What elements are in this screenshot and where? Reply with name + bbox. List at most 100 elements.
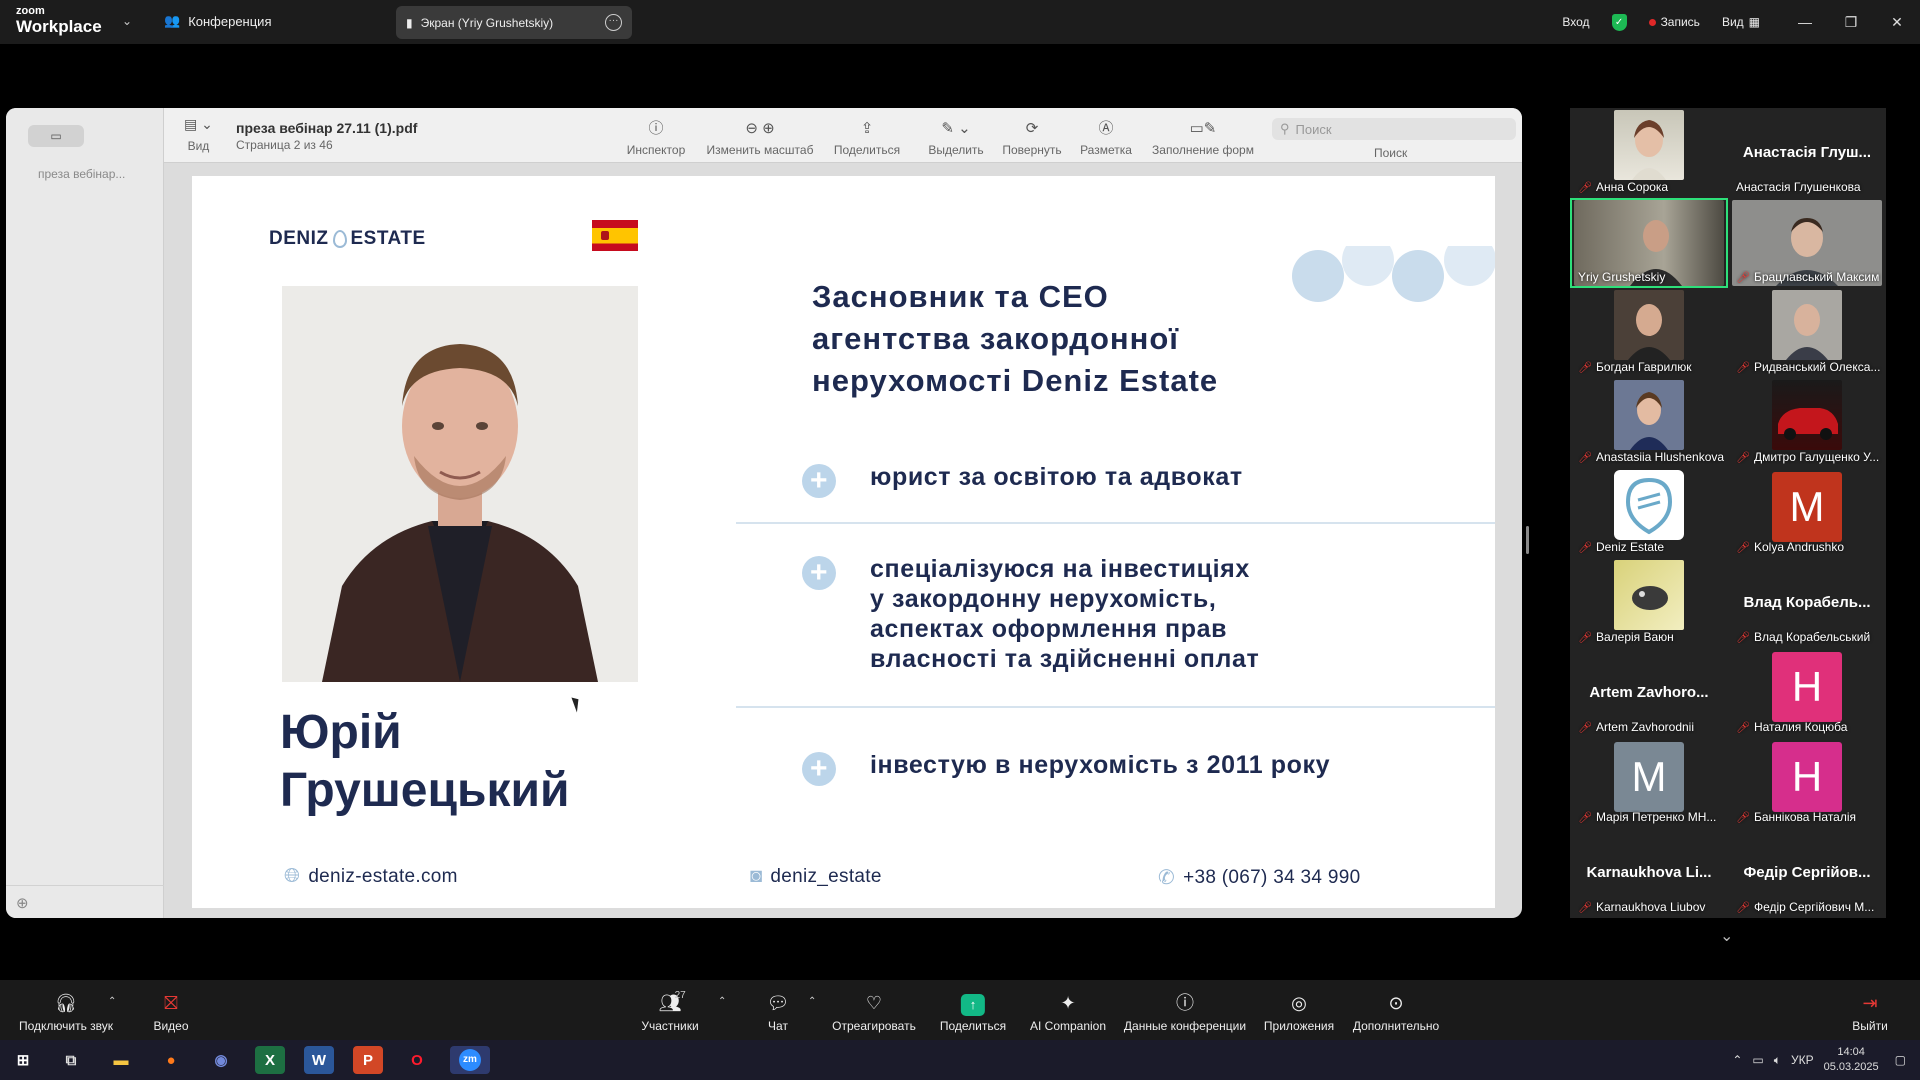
- restore-icon[interactable]: ❐: [1828, 14, 1874, 31]
- forms-button[interactable]: ▭✎ Заполнение форм: [1152, 118, 1254, 157]
- decorative-waves: [1292, 246, 1495, 302]
- zoom-taskbar-icon[interactable]: zm: [450, 1046, 490, 1074]
- signin-button[interactable]: Вход: [1562, 15, 1589, 29]
- participant-tile[interactable]: 🎤︎ Ридванський Олекса...: [1728, 288, 1886, 378]
- zoom-title-bar: zoom Workplace ⌄ 👥 Конференция ▮ Экран (…: [0, 0, 1920, 44]
- document-title: преза вебінар 27.11 (1).pdf Страница 2 и…: [236, 120, 417, 152]
- participants-button[interactable]: 👥︎ 27 Участники: [641, 990, 698, 1033]
- screen-share-pill[interactable]: ▮ Экран (Yriy Grushetskiy) ···: [396, 6, 632, 39]
- more-options-icon[interactable]: ···: [605, 14, 622, 31]
- minimize-icon[interactable]: —: [1782, 14, 1828, 30]
- volume-icon[interactable]: 🔈︎: [1774, 1053, 1781, 1068]
- participant-label: 🎤︎ Anastasiia Hlushenkova: [1578, 450, 1724, 464]
- file-explorer-icon[interactable]: ▬: [106, 1046, 136, 1074]
- language-indicator[interactable]: УКР: [1791, 1053, 1814, 1067]
- participant-tile[interactable]: M 🎤︎ Марія Петренко МН...: [1570, 738, 1728, 828]
- firefox-icon[interactable]: ●: [156, 1046, 186, 1074]
- participant-tile[interactable]: 🎤︎ Валерія Ваюн: [1570, 558, 1728, 648]
- meeting-menu[interactable]: 👥 Конференция: [164, 13, 271, 29]
- participant-tile[interactable]: Федір Сергійов... 🎤︎ Федір Сергійович М..…: [1728, 828, 1886, 918]
- leave-button[interactable]: ⇥ Выйти: [1852, 992, 1888, 1033]
- participant-tile[interactable]: 🎤︎ Deniz Estate: [1570, 468, 1728, 558]
- network-icon[interactable]: ▭: [1752, 1053, 1763, 1067]
- highlight-button[interactable]: ✎ ⌄ Выделить: [928, 118, 983, 157]
- participant-video: [1772, 290, 1842, 360]
- view-button[interactable]: Вид ▦: [1722, 15, 1760, 29]
- record-button[interactable]: Запись: [1648, 15, 1700, 29]
- windows-start-icon[interactable]: ⊞: [8, 1046, 38, 1074]
- view-toggle[interactable]: ▤ ⌄ Вид: [184, 116, 213, 153]
- opera-icon[interactable]: O: [402, 1046, 432, 1074]
- share-doc-button[interactable]: ⇪ Поделиться: [834, 118, 900, 157]
- search-placeholder: Поиск: [1295, 121, 1332, 137]
- powerpoint-icon[interactable]: P: [353, 1046, 383, 1074]
- participant-tile[interactable]: 🎤︎ Брацлавський Максим: [1728, 198, 1886, 288]
- participant-name: Deniz Estate: [1595, 540, 1665, 554]
- participant-tile[interactable]: Анастасія Глуш... Анастасія Глушенкова: [1728, 108, 1886, 198]
- brand-logo: DENIZ ESTATE: [269, 228, 426, 250]
- participant-avatar-letter: H: [1772, 742, 1842, 812]
- participant-tile[interactable]: 🎤︎ Анна Сорока: [1570, 108, 1728, 198]
- task-view-icon[interactable]: ⧉: [56, 1046, 86, 1074]
- chat-options-chevron-icon[interactable]: ⌃: [808, 996, 816, 1007]
- meeting-info-button[interactable]: ⓘ Данные конференции: [1124, 992, 1246, 1033]
- rotate-button[interactable]: ⟳ Повернуть: [1002, 118, 1061, 157]
- drop-icon: [332, 230, 347, 248]
- notifications-icon[interactable]: ▢: [1895, 1053, 1906, 1067]
- markup-label: Разметка: [1080, 143, 1132, 157]
- word-icon[interactable]: W: [304, 1046, 334, 1074]
- search-input[interactable]: ⚲ Поиск: [1272, 118, 1516, 140]
- share-screen-button[interactable]: ↑ Поделиться: [940, 992, 1006, 1033]
- apps-button[interactable]: ◎ Приложения: [1264, 992, 1334, 1033]
- participant-big-name: Artem Zavhoro...: [1589, 684, 1709, 701]
- participant-tile[interactable]: 🎤︎ Дмитро Галущенко У...: [1728, 378, 1886, 468]
- participant-tile[interactable]: H 🎤︎ Баннікова Наталія: [1728, 738, 1886, 828]
- gallery-scroll-down-icon[interactable]: ⌄: [1720, 926, 1733, 946]
- ai-companion-label: AI Companion: [1029, 1019, 1107, 1033]
- participants-options-chevron-icon[interactable]: ⌃: [718, 996, 726, 1007]
- participant-tile[interactable]: 🎤︎ Богдан Гаврилюк: [1570, 288, 1728, 378]
- clock[interactable]: 14:04 05.03.2025: [1824, 1045, 1879, 1075]
- discord-icon[interactable]: ◉: [206, 1046, 236, 1074]
- security-status[interactable]: ✓: [1611, 13, 1627, 31]
- participant-name: Федір Сергійович М...: [1753, 900, 1875, 914]
- participant-tile[interactable]: 🎤︎ Anastasiia Hlushenkova: [1570, 378, 1728, 468]
- participant-label: 🎤︎ Дмитро Галущенко У...: [1736, 450, 1882, 464]
- participant-tile[interactable]: Artem Zavhoro... 🎤︎ Artem Zavhorodnii: [1570, 648, 1728, 738]
- plus-icon: +: [802, 556, 836, 590]
- chevron-down-icon[interactable]: ⌄: [122, 14, 132, 28]
- sidebar-thumbnail-title[interactable]: преза вебінар...: [38, 167, 125, 181]
- sidebar-toggle-button[interactable]: ▭: [28, 125, 84, 147]
- more-icon: ⊙: [1388, 993, 1404, 1013]
- join-audio-button[interactable]: 🎧︎ Подключить звук: [19, 992, 113, 1033]
- info-icon: ⓘ: [1176, 993, 1194, 1013]
- audio-options-chevron-icon[interactable]: ⌃: [108, 996, 116, 1007]
- zoom-button[interactable]: ⊖ ⊕ Изменить масштаб: [707, 118, 814, 157]
- participant-name: Анастасія Глушенкова: [1736, 180, 1861, 194]
- chevron-up-icon[interactable]: ⌃: [1732, 1053, 1742, 1067]
- video-button[interactable]: ⛝ Видео: [153, 992, 188, 1033]
- markup-button[interactable]: Ⓐ Разметка: [1080, 118, 1132, 157]
- chat-button[interactable]: 💬︎ Чат: [767, 992, 790, 1033]
- clock-time: 14:04: [1837, 1046, 1865, 1058]
- participant-tile[interactable]: Karnaukhova Li... 🎤︎ Karnaukhova Liubov: [1570, 828, 1728, 918]
- participant-name: Karnaukhova Liubov: [1595, 900, 1706, 914]
- participant-tile-active-speaker[interactable]: Yriy Grushetskiy: [1570, 198, 1728, 288]
- excel-icon[interactable]: X: [255, 1046, 285, 1074]
- mic-muted-icon: 🎤︎: [1736, 901, 1750, 914]
- close-icon[interactable]: ✕: [1874, 14, 1920, 31]
- resize-handle[interactable]: [1526, 526, 1529, 554]
- pdf-sidebar: ▭ преза вебінар... ⊕: [6, 108, 164, 918]
- participant-label: 🎤︎ Баннікова Наталія: [1736, 810, 1882, 824]
- react-button[interactable]: ♡ Отреагировать: [832, 992, 916, 1033]
- grid-icon: ▦: [1748, 15, 1760, 29]
- add-icon[interactable]: ⊕: [16, 894, 29, 912]
- participant-tile[interactable]: Влад Корабель... 🎤︎ Влад Корабельський: [1728, 558, 1886, 648]
- participant-tile[interactable]: M 🎤︎ Kolya Andrushko: [1728, 468, 1886, 558]
- contact-instagram: ◙ deniz_estate: [750, 865, 882, 888]
- participant-tile[interactable]: H 🎤︎ Наталия Коцюба: [1728, 648, 1886, 738]
- shield-check-icon: ✓: [1611, 13, 1627, 31]
- ai-companion-button[interactable]: ✦ AI Companion: [1030, 992, 1106, 1033]
- inspector-button[interactable]: ⓘ Инспектор: [627, 118, 686, 157]
- more-button[interactable]: ⊙ Дополнительно: [1353, 992, 1439, 1033]
